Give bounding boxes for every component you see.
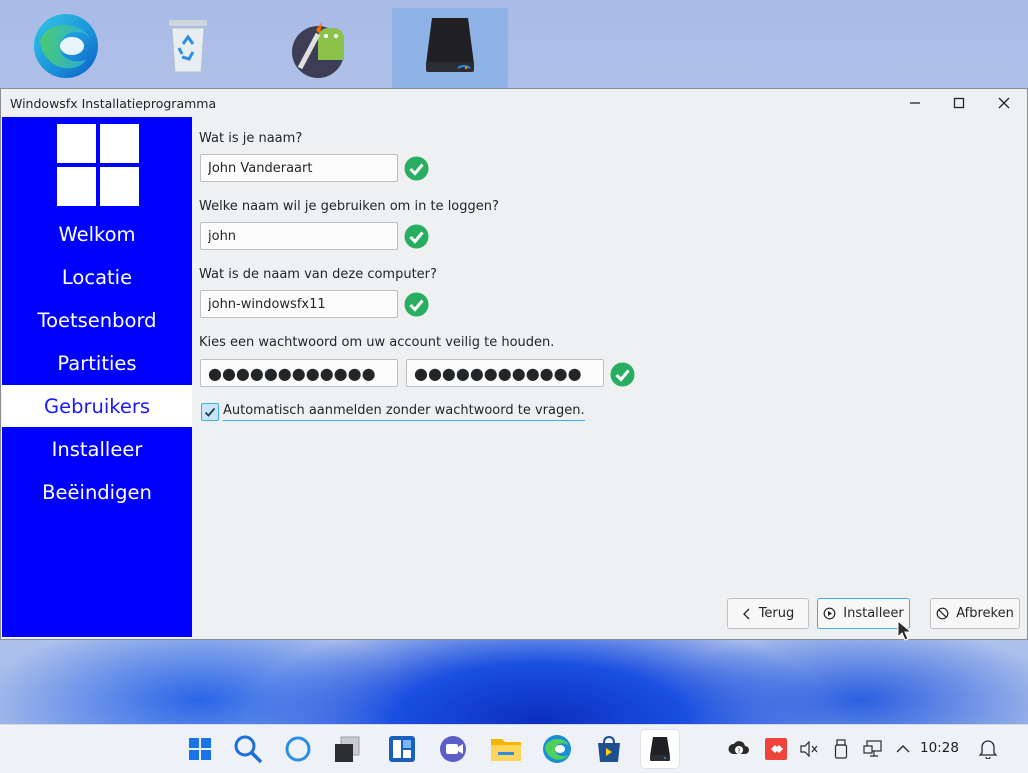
usb-drive-icon	[834, 739, 848, 759]
mouse-cursor-icon	[897, 620, 913, 641]
recycle-bin-icon	[169, 20, 207, 73]
hard-drive-icon	[426, 18, 474, 72]
back-button-label: Terug	[758, 606, 795, 621]
taskbar-edge-button[interactable]	[538, 730, 576, 768]
cancel-button-label: Afbreken	[956, 606, 1014, 621]
network-wired-icon	[863, 740, 882, 757]
cloud-help-icon: ?	[728, 741, 749, 755]
cortana-ring-icon	[285, 736, 311, 762]
hard-drive-icon	[650, 737, 670, 761]
taskbar-clock[interactable]: 10:28	[920, 740, 959, 756]
checkmark-icon	[204, 407, 216, 417]
video-chat-icon	[440, 736, 466, 762]
search-icon	[234, 735, 263, 764]
install-icon	[823, 607, 836, 620]
tray-anydesk-button[interactable]	[764, 737, 788, 761]
maximize-button[interactable]	[940, 91, 978, 115]
windows-logo-icon	[57, 124, 139, 206]
desktop-icon-android-app[interactable]	[264, 8, 380, 88]
sidebar-item-label: Installeer	[51, 437, 143, 461]
chevron-up-icon	[896, 745, 910, 753]
installer-window: Windowsfx Installatieprogramma Welkom Lo…	[0, 88, 1028, 640]
tray-usb-button[interactable]	[829, 737, 853, 761]
users-page: Wat is je naam? Welke naam wil je gebrui…	[193, 117, 1026, 637]
taskbar-installer-button[interactable]	[641, 730, 679, 768]
sidebar-item-gebruikers[interactable]: Gebruikers	[2, 385, 192, 427]
edge-icon	[34, 14, 98, 78]
sidebar-item-label: Locatie	[61, 265, 133, 289]
widgets-icon	[389, 736, 415, 762]
tray-cloud-sync-button[interactable]: ?	[727, 737, 751, 761]
check-ok-icon	[610, 362, 635, 387]
login-name-input[interactable]	[200, 222, 398, 250]
desktop-icon-edge[interactable]	[8, 8, 124, 88]
sidebar-item-label: Toetsenbord	[37, 308, 157, 332]
sidebar-item-label: Welkom	[58, 222, 136, 246]
check-ok-icon	[404, 224, 429, 249]
taskbar-store-button[interactable]	[590, 730, 628, 768]
sidebar-item-welkom[interactable]: Welkom	[2, 213, 192, 255]
taskbar-widgets-button[interactable]	[383, 730, 421, 768]
maximize-icon	[953, 97, 965, 109]
password-input[interactable]	[200, 359, 398, 387]
install-button-label: Installeer	[843, 606, 904, 621]
tray-notifications-button[interactable]	[976, 737, 1000, 761]
sidebar: Welkom Locatie Toetsenbord Partities Geb…	[2, 117, 192, 637]
sidebar-item-partities[interactable]: Partities	[2, 342, 192, 384]
anydesk-icon	[765, 738, 787, 760]
close-icon	[998, 97, 1010, 109]
tray-overflow-button[interactable]	[891, 737, 915, 761]
folder-icon	[491, 739, 521, 761]
title-bar[interactable]: Windowsfx Installatieprogramma	[1, 89, 1027, 117]
chevron-left-icon	[742, 608, 750, 619]
full-name-input[interactable]	[200, 154, 398, 182]
sidebar-item-locatie[interactable]: Locatie	[2, 256, 192, 298]
window-title: Windowsfx Installatieprogramma	[10, 95, 217, 111]
full-name-label: Wat is je naam?	[199, 131, 303, 146]
tray-volume-button[interactable]	[797, 737, 821, 761]
taskbar-meet-button[interactable]	[435, 730, 473, 768]
password-confirm-input[interactable]	[406, 359, 604, 387]
sidebar-item-label: Gebruikers	[43, 394, 151, 418]
svg-text:?: ?	[737, 747, 740, 755]
bell-icon	[979, 740, 997, 759]
sidebar-item-toetsenbord[interactable]: Toetsenbord	[2, 299, 192, 341]
sidebar-item-beeindigen[interactable]: Beëindigen	[2, 471, 192, 513]
cancel-icon	[936, 607, 949, 620]
computer-name-label: Wat is de naam van deze computer?	[199, 267, 437, 282]
check-ok-icon	[404, 156, 429, 181]
taskbar-search-button[interactable]	[229, 730, 267, 768]
taskbar-file-explorer-button[interactable]	[487, 730, 525, 768]
check-ok-icon	[404, 292, 429, 317]
sidebar-item-label: Partities	[57, 351, 137, 375]
windows-start-icon	[189, 738, 211, 760]
store-bag-icon	[598, 735, 620, 762]
computer-name-input[interactable]	[200, 290, 398, 318]
minimize-icon	[910, 102, 920, 104]
taskbar-cortana-button[interactable]	[279, 730, 317, 768]
sidebar-item-label: Beëindigen	[42, 480, 152, 504]
taskbar: ? 10:28	[0, 724, 1028, 773]
edge-icon	[543, 735, 571, 763]
taskbar-task-view-button[interactable]	[328, 730, 366, 768]
start-button[interactable]	[181, 730, 219, 768]
desktop-icon-recycle-bin[interactable]	[130, 8, 246, 88]
desktop-icon-install-system[interactable]	[392, 8, 508, 88]
back-button[interactable]: Terug	[727, 598, 809, 629]
volume-muted-icon	[800, 741, 818, 757]
autologin-label[interactable]: Automatisch aanmelden zonder wachtwoord …	[223, 403, 585, 421]
tray-network-button[interactable]	[861, 737, 885, 761]
close-button[interactable]	[985, 91, 1023, 115]
minimize-button[interactable]	[896, 91, 934, 115]
autologin-checkbox[interactable]	[201, 403, 219, 421]
sidebar-item-installeer[interactable]: Installeer	[2, 428, 192, 470]
login-name-label: Welke naam wil je gebruiken om in te log…	[199, 199, 499, 214]
task-view-icon	[335, 736, 360, 762]
cancel-button[interactable]: Afbreken	[930, 598, 1020, 629]
password-label: Kies een wachtwoord om uw account veilig…	[199, 335, 555, 350]
android-rocket-icon	[292, 22, 344, 78]
